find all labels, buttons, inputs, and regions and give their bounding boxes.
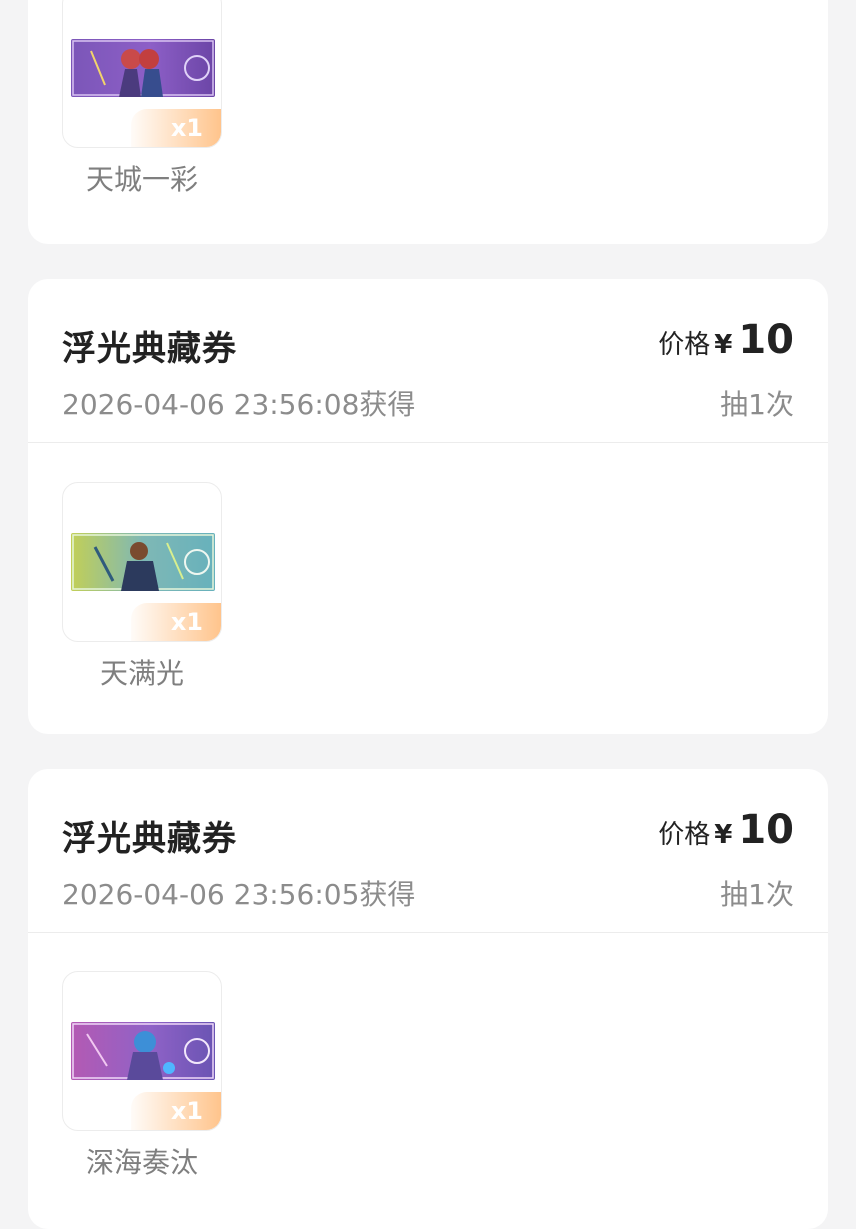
quantity-badge: x1	[131, 109, 221, 147]
reward-thumbnail[interactable]: x1	[62, 482, 222, 642]
record-card: x1 天城一彩	[28, 0, 828, 244]
price-value: 10	[738, 317, 794, 363]
reward-item[interactable]: x1 天城一彩	[62, 0, 226, 198]
quantity-badge: x1	[131, 1092, 221, 1130]
price-label: 价格	[658, 330, 711, 360]
reward-name: 天满光	[99, 657, 184, 690]
reward-thumbnail[interactable]: x1	[62, 971, 222, 1131]
obtained-time: 2026-04-06 23:56:08获得	[62, 388, 416, 421]
record-card: 浮光典藏券 价格 ¥ 10 2026-04-06 23:56:08获得 抽1次	[28, 279, 828, 734]
quantity-badge: x1	[131, 603, 221, 641]
price-info: 价格 ¥ 10	[658, 807, 794, 853]
reward-name: 深海奏汰	[85, 1146, 198, 1179]
reward-item[interactable]: x1 天满光	[62, 482, 226, 692]
obtained-time: 2026-04-06 23:56:05获得	[62, 878, 416, 911]
reward-thumbnail[interactable]: x1	[62, 0, 222, 148]
card-art-image	[71, 1022, 215, 1080]
draw-count: 抽1次	[720, 388, 794, 421]
record-card: 浮光典藏券 价格 ¥ 10 2026-04-06 23:56:05获得 抽1次	[28, 769, 828, 1229]
draw-count: 抽1次	[720, 878, 794, 911]
currency-symbol: ¥	[714, 330, 733, 360]
card-header: 浮光典藏券 价格 ¥ 10 2026-04-06 23:56:05获得 抽1次	[28, 769, 828, 933]
voucher-title: 浮光典藏券	[62, 329, 237, 369]
card-art-image	[71, 533, 215, 591]
price-label: 价格	[658, 820, 711, 850]
card-art-image	[71, 39, 215, 97]
currency-symbol: ¥	[714, 820, 733, 850]
card-header: 浮光典藏券 价格 ¥ 10 2026-04-06 23:56:08获得 抽1次	[28, 279, 828, 443]
price-info: 价格 ¥ 10	[658, 317, 794, 363]
voucher-title: 浮光典藏券	[62, 819, 237, 859]
price-value: 10	[738, 807, 794, 853]
reward-name: 天城一彩	[85, 163, 198, 196]
reward-item[interactable]: x1 深海奏汰	[62, 971, 226, 1181]
